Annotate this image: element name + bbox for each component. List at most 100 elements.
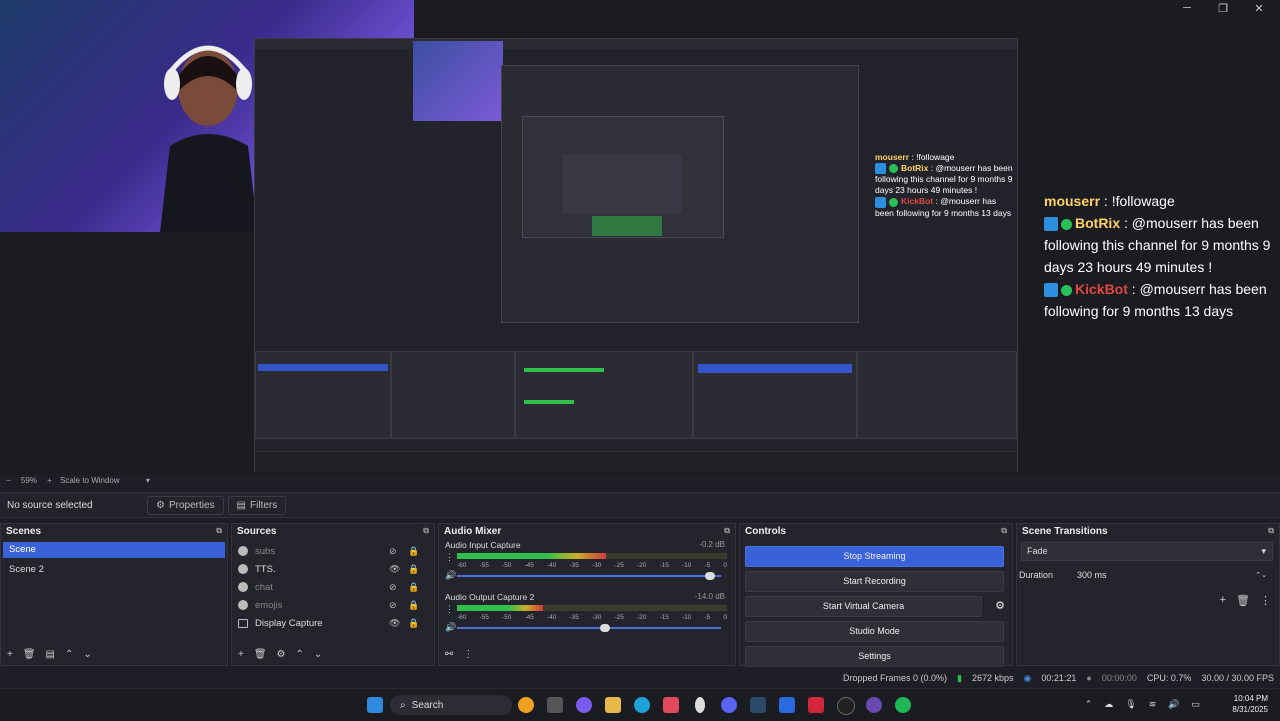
lock-icon[interactable]: 🔒: [408, 582, 419, 593]
eye-icon[interactable]: 👁: [389, 564, 400, 575]
wifi-icon[interactable]: ≋: [1149, 699, 1157, 710]
move-up-icon[interactable]: ⌃: [296, 649, 304, 660]
tick-label: -40: [547, 562, 557, 569]
volume-icon[interactable]: 🔊: [1168, 699, 1179, 710]
zoom-in-icon[interactable]: +: [47, 476, 52, 485]
stop-streaming-button[interactable]: Stop Streaming: [745, 546, 1004, 567]
link-icon[interactable]: ⚯: [445, 649, 453, 660]
copilot-icon[interactable]: [576, 697, 592, 713]
lock-icon[interactable]: 🔒: [408, 546, 419, 557]
minimize-button[interactable]: ─: [1180, 2, 1194, 14]
undock-icon[interactable]: ⧉: [1268, 526, 1274, 536]
eye-hidden-icon[interactable]: ⊘: [389, 582, 397, 593]
lock-icon[interactable]: 🔒: [408, 618, 419, 629]
settings-button[interactable]: Settings: [745, 646, 1004, 667]
clock[interactable]: 10:04 PM 8/31/2025: [1232, 693, 1268, 715]
file-explorer-icon[interactable]: [605, 697, 621, 713]
twitch-icon: [1044, 217, 1058, 232]
start-recording-button[interactable]: Start Recording: [745, 571, 1004, 592]
trash-icon[interactable]: 🗑: [1236, 594, 1250, 607]
dropped-frames: Dropped Frames 0 (0.0%): [842, 673, 948, 683]
properties-button[interactable]: ⚙ Properties: [147, 495, 224, 515]
speaker-icon[interactable]: 🔊: [445, 570, 456, 581]
trash-icon[interactable]: 🗑: [254, 649, 267, 660]
maximize-button[interactable]: ❐: [1216, 2, 1230, 15]
move-up-icon[interactable]: ⌃: [65, 649, 73, 660]
lock-icon[interactable]: 🔒: [408, 564, 419, 575]
obs-icon[interactable]: [837, 697, 855, 715]
app-icon[interactable]: [518, 697, 534, 713]
source-item[interactable]: TTS. 👁 🔒: [232, 560, 434, 578]
volume-fader[interactable]: [457, 572, 721, 580]
app-icon[interactable]: [779, 697, 795, 713]
speaker-icon[interactable]: 🔊: [445, 622, 456, 633]
close-button[interactable]: ✕: [1252, 2, 1266, 15]
scene-item[interactable]: Scene: [3, 542, 225, 558]
windows-start-icon[interactable]: [367, 697, 383, 713]
add-icon[interactable]: +: [1220, 594, 1226, 607]
nested-taskbar: [255, 451, 1017, 472]
search-icon: ⌕: [400, 699, 406, 711]
undock-icon[interactable]: ⧉: [216, 526, 222, 536]
gear-icon[interactable]: ⚙: [995, 597, 1005, 616]
tick-label: -50: [502, 614, 512, 621]
more-options-icon[interactable]: ⋮: [1260, 594, 1271, 607]
spinner-icon[interactable]: ⌃⌄: [1255, 571, 1267, 579]
more-options-icon[interactable]: ⋮: [463, 649, 473, 660]
meter-ticks: -60 -55 -50 -45 -40 -35 -30 -25 -20 -15 -10 -5 0: [457, 562, 727, 569]
source-item[interactable]: chat ⊘ 🔒: [232, 578, 434, 596]
taskbar-search[interactable]: ⌕ Search: [390, 695, 512, 715]
studio-mode-button[interactable]: Studio Mode: [745, 621, 1004, 642]
scale-mode-select[interactable]: Scale to Window: [60, 476, 120, 485]
add-icon[interactable]: +: [7, 649, 13, 660]
edge-icon[interactable]: [634, 697, 650, 713]
transition-select[interactable]: Fade ▾: [1021, 542, 1273, 561]
move-down-icon[interactable]: ⌄: [83, 649, 91, 660]
app-icon[interactable]: [808, 697, 824, 713]
add-icon[interactable]: +: [238, 649, 244, 660]
bitrate: 2672 kbps: [971, 673, 1014, 683]
more-options-icon[interactable]: ⋮: [445, 552, 454, 563]
discord-icon[interactable]: [721, 697, 737, 713]
source-item[interactable]: subs ⊘ 🔒: [232, 542, 434, 560]
browser-source-icon: [238, 564, 248, 574]
move-down-icon[interactable]: ⌄: [314, 649, 322, 660]
duration-label: Duration: [1019, 570, 1054, 580]
filters-button[interactable]: ▤ Filters: [227, 495, 287, 515]
filter-icon[interactable]: ▤: [46, 649, 55, 660]
zoom-out-icon[interactable]: −: [6, 476, 11, 485]
gear-icon[interactable]: ⚙: [277, 649, 286, 660]
more-options-icon[interactable]: ⋮: [445, 604, 454, 615]
undock-icon[interactable]: ⧉: [724, 526, 730, 536]
eye-icon[interactable]: 👁: [389, 618, 400, 629]
battery-icon[interactable]: ▭: [1191, 699, 1200, 710]
scene-item[interactable]: Scene 2: [3, 562, 225, 578]
spotify-icon[interactable]: [895, 697, 911, 713]
chevron-down-icon[interactable]: ▾: [146, 476, 150, 485]
task-view-icon[interactable]: [547, 697, 563, 713]
mic-app-icon[interactable]: [695, 697, 705, 713]
eye-hidden-icon[interactable]: ⊘: [389, 600, 397, 611]
verified-icon: [1061, 284, 1072, 296]
cloud-icon[interactable]: ☁: [1104, 699, 1113, 710]
streamer-image: [160, 45, 258, 232]
nested-webcam: [413, 41, 503, 121]
lock-icon[interactable]: 🔒: [408, 600, 419, 611]
app-icon[interactable]: [866, 697, 882, 713]
source-item[interactable]: emojis ⊘ 🔒: [232, 596, 434, 614]
eye-hidden-icon[interactable]: ⊘: [389, 546, 397, 557]
calendar-app-icon[interactable]: [663, 697, 679, 713]
undock-icon[interactable]: ⧉: [1001, 526, 1007, 536]
chevron-up-icon[interactable]: ⌃: [1085, 699, 1093, 710]
start-virtual-camera-button[interactable]: Start Virtual Camera ⚙: [745, 596, 1005, 617]
zoom-bar: − 59% + Scale to Window ▾: [0, 476, 1280, 490]
tick-label: -5: [704, 562, 711, 569]
volume-fader[interactable]: [457, 624, 721, 632]
source-item[interactable]: Display Capture 👁 🔒: [232, 614, 434, 632]
duration-input[interactable]: 300 ms: [1077, 570, 1255, 580]
microphone-icon[interactable]: 🎙: [1125, 699, 1136, 710]
level-meter: [457, 605, 727, 611]
undock-icon[interactable]: ⧉: [423, 526, 429, 536]
trash-icon[interactable]: 🗑: [23, 649, 36, 660]
steam-icon[interactable]: [750, 697, 766, 713]
